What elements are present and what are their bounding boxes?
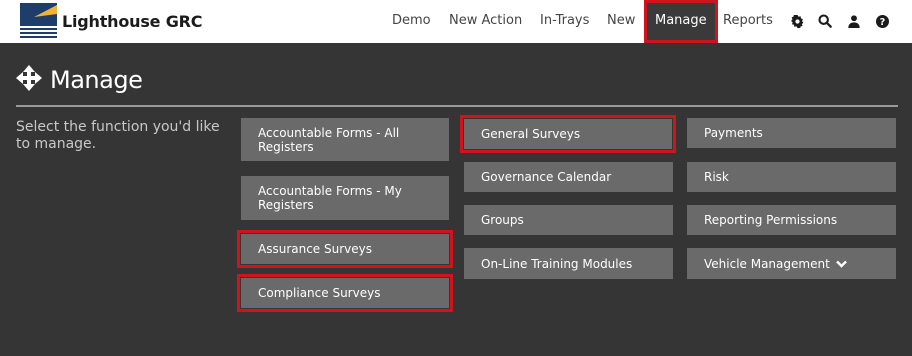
page-title: Manage (16, 62, 143, 98)
fn-assurance-surveys[interactable]: Assurance Surveys (237, 230, 453, 268)
nav-new[interactable]: New (607, 0, 635, 43)
lighthouse-logo-icon (20, 3, 57, 39)
title-divider (16, 105, 898, 107)
fn-governance-calendar[interactable]: Governance Calendar (464, 162, 673, 192)
user-icon[interactable] (845, 12, 863, 30)
fn-label: Assurance Surveys (258, 242, 372, 256)
fn-groups[interactable]: Groups (464, 205, 673, 235)
move-arrows-icon (16, 64, 42, 96)
nav-manage[interactable]: Manage (644, 0, 718, 43)
fn-label: Risk (704, 170, 729, 184)
page-heading: Manage (50, 66, 143, 94)
fn-risk[interactable]: Risk (687, 162, 896, 192)
svg-text:?: ? (879, 17, 885, 28)
nav-new-action[interactable]: New Action (449, 0, 522, 43)
gear-icon[interactable] (788, 12, 806, 30)
fn-accountable-forms-my-registers[interactable]: Accountable Forms - My Registers (241, 176, 449, 220)
fn-label: Accountable Forms - My Registers (258, 184, 402, 212)
nav-reports[interactable]: Reports (723, 0, 773, 43)
fn-label: Payments (704, 126, 763, 140)
intro-text: Select the function you'd like to manage… (16, 119, 220, 152)
fn-online-training-modules[interactable]: On-Line Training Modules (464, 248, 673, 279)
fn-compliance-surveys[interactable]: Compliance Surveys (237, 274, 453, 312)
fn-label: Reporting Permissions (704, 213, 838, 227)
top-navbar: Lighthouse GRC Demo New Action In-Trays … (0, 0, 912, 43)
fn-label: Accountable Forms - All Registers (258, 125, 400, 154)
fn-reporting-permissions[interactable]: Reporting Permissions (687, 205, 896, 235)
fn-label: Governance Calendar (481, 170, 612, 184)
brand-name: Lighthouse GRC (62, 11, 203, 31)
nav-in-trays[interactable]: In-Trays (540, 0, 589, 43)
fn-label: Groups (481, 213, 524, 227)
help-icon[interactable]: ? (873, 12, 891, 30)
fn-label: General Surveys (481, 127, 581, 141)
fn-general-surveys[interactable]: General Surveys (460, 115, 676, 153)
fn-vehicle-management[interactable]: Vehicle Management (687, 248, 896, 279)
brand[interactable]: Lighthouse GRC (20, 3, 202, 39)
fn-label: On-Line Training Modules (481, 256, 633, 271)
fn-label: Vehicle Management (704, 256, 830, 271)
fn-accountable-forms-all-registers[interactable]: Accountable Forms - All Registers (241, 118, 449, 161)
nav-demo[interactable]: Demo (392, 0, 431, 43)
chevron-down-icon (835, 260, 847, 268)
fn-payments[interactable]: Payments (687, 118, 896, 148)
search-icon[interactable] (816, 12, 834, 30)
fn-label: Compliance Surveys (258, 286, 381, 300)
